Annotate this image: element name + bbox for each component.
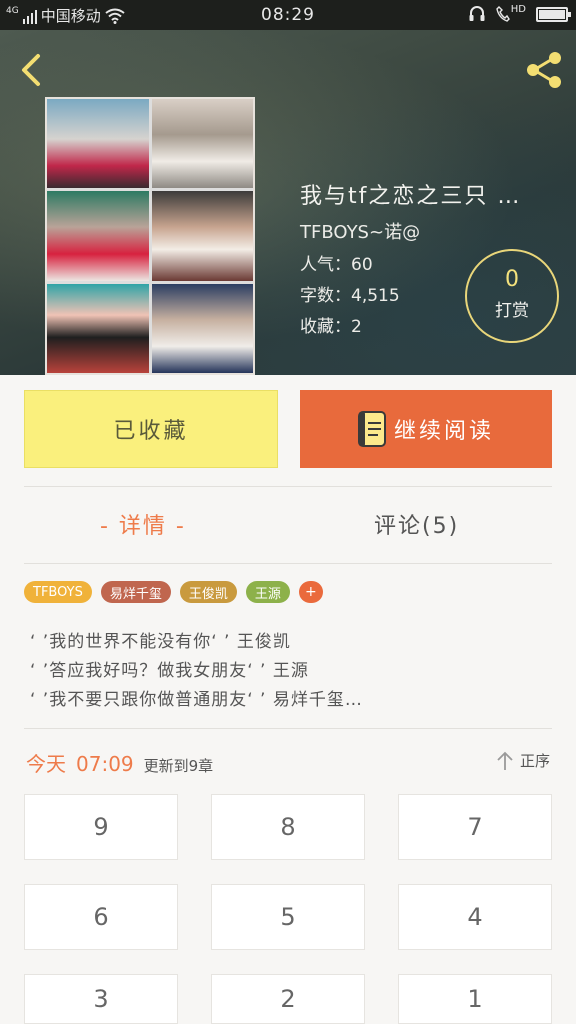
headset-icon: [469, 6, 485, 21]
description-line: ‘ ’答应我好吗？做我女朋友‘ ’ 王源: [30, 661, 309, 681]
chapter-button[interactable]: 3: [24, 974, 178, 1024]
chapter-button[interactable]: 6: [24, 884, 178, 950]
reward-count: 0: [505, 267, 519, 292]
update-day: 今天: [26, 752, 66, 776]
tag-chip[interactable]: 易烊千玺: [100, 581, 171, 603]
update-time: 07:09: [76, 752, 134, 776]
book-title: 我与tf之恋之三只 …: [300, 184, 522, 209]
update-info: 今天 07:09 更新到9章: [26, 748, 213, 777]
cover-photo: [47, 99, 149, 189]
status-right: HD: [468, 3, 571, 23]
phone-icon: [495, 6, 510, 22]
battery-icon: [536, 6, 571, 22]
book-cover-image: [45, 97, 255, 375]
reward-button[interactable]: 0 打赏: [465, 249, 559, 343]
continue-reading-label: 继续阅读: [393, 419, 494, 444]
chapter-button[interactable]: 1: [398, 974, 552, 1024]
reward-label: 打赏: [495, 301, 529, 321]
hd-call-indicator: HD: [495, 3, 526, 22]
book-description[interactable]: ‘ ’我的世界不能没有你‘ ’ 王俊凯 ‘ ’答应我好吗？做我女朋友‘ ’ 王源…: [30, 628, 560, 715]
chapter-button[interactable]: 9: [24, 794, 178, 860]
hd-label: HD: [510, 3, 526, 15]
cover-photo: [47, 191, 149, 281]
cover-photo: [151, 99, 253, 189]
sort-order-button[interactable]: 正序: [496, 750, 550, 771]
tab-comments[interactable]: 评论(5): [374, 508, 459, 540]
popularity-stat: 人气：60: [300, 255, 373, 275]
chapter-button[interactable]: 2: [211, 974, 365, 1024]
divider: [24, 486, 552, 487]
tag-chip[interactable]: 王俊凯: [179, 581, 237, 603]
cover-photo: [47, 283, 149, 373]
cover-photo: [151, 191, 253, 281]
back-icon[interactable]: [14, 50, 50, 90]
continue-reading-button[interactable]: 继续阅读: [300, 390, 552, 468]
favorites-stat: 收藏：2: [300, 317, 362, 337]
book-author[interactable]: TFBOYS~诺@: [300, 218, 420, 244]
chapter-button[interactable]: 4: [398, 884, 552, 950]
share-icon[interactable]: [522, 48, 566, 92]
sort-order-label: 正序: [519, 752, 550, 770]
tab-detail[interactable]: - 详情 -: [100, 508, 186, 540]
divider: [24, 563, 552, 564]
arrow-up-icon: [497, 751, 513, 770]
favorited-label: 已收藏: [113, 419, 189, 444]
favorited-button[interactable]: 已收藏: [24, 390, 278, 468]
chapter-button[interactable]: 5: [211, 884, 365, 950]
more-tags-button[interactable]: +: [298, 581, 323, 603]
chapter-button[interactable]: 7: [398, 794, 552, 860]
book-header: 我与tf之恋之三只 … TFBOYS~诺@ 人气：60 字数：4,515 收藏：…: [0, 30, 576, 375]
status-bar: 4G 中国移动 08:29 HD: [0, 0, 576, 30]
book-icon: [357, 411, 386, 447]
divider: [24, 728, 552, 729]
description-line: ‘ ’我的世界不能没有你‘ ’ 王俊凯: [30, 632, 291, 652]
word-count-stat: 字数：4,515: [300, 286, 400, 306]
tag-chip[interactable]: TFBOYS: [24, 581, 92, 603]
tag-list: TFBOYS 易烊千玺 王俊凯 王源 +: [24, 581, 323, 603]
update-text: 更新到9章: [143, 757, 214, 775]
chapter-button[interactable]: 8: [211, 794, 365, 860]
cover-photo: [151, 283, 253, 373]
tag-chip[interactable]: 王源: [245, 581, 290, 603]
description-line: ‘ ’我不要只跟你做普通朋友‘ ’ 易烊千玺…: [30, 690, 363, 710]
